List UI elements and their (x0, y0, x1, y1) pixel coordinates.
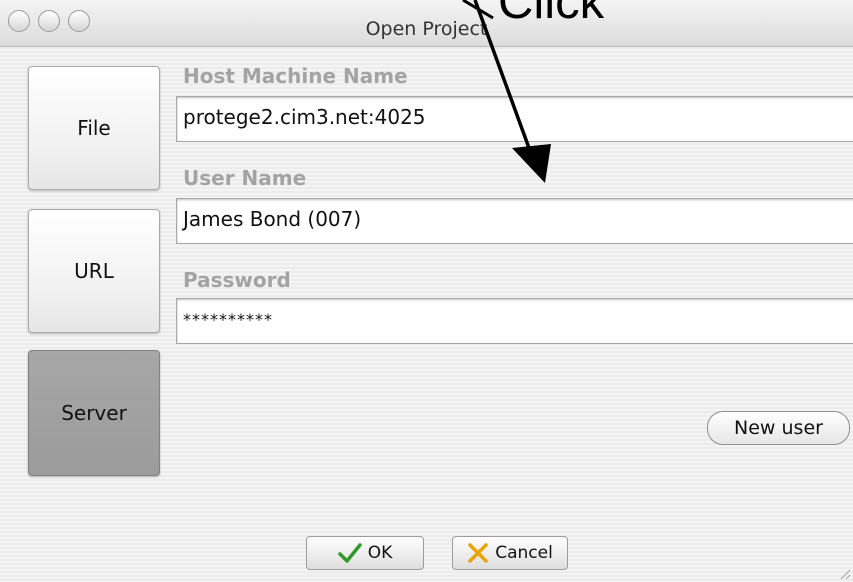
window-title: Open Project (365, 18, 488, 40)
x-mark-icon (468, 543, 488, 563)
sidebar-item-server[interactable]: Server (28, 350, 160, 476)
new-user-button-label: New user (734, 417, 823, 439)
password-label: Password (183, 268, 291, 292)
new-user-button[interactable]: New user (707, 411, 850, 445)
user-name-label: User Name (183, 166, 307, 190)
sidebar-item-label: URL (74, 259, 114, 283)
sidebar-item-url[interactable]: URL (28, 209, 160, 333)
checkmark-icon (337, 543, 362, 563)
resize-grip-icon[interactable] (837, 566, 851, 580)
cancel-button-label: Cancel (495, 543, 553, 563)
window-titlebar: Open Project (0, 0, 853, 47)
ok-button-label: OK (367, 543, 393, 563)
dialog-content: File URL Server Host Machine Name proteg… (0, 47, 853, 582)
ok-button[interactable]: OK (306, 536, 424, 570)
cancel-button[interactable]: Cancel (452, 536, 568, 570)
host-machine-name-label: Host Machine Name (183, 64, 408, 88)
user-name-field[interactable]: James Bond (007) (176, 198, 853, 244)
sidebar-item-label: File (77, 116, 111, 140)
annotation-label: Click (498, 0, 605, 29)
host-machine-name-field[interactable]: protege2.cim3.net:4025 (176, 96, 853, 142)
password-field[interactable]: ********** (176, 298, 853, 344)
sidebar-item-label: Server (61, 401, 127, 425)
sidebar-item-file[interactable]: File (28, 66, 160, 190)
